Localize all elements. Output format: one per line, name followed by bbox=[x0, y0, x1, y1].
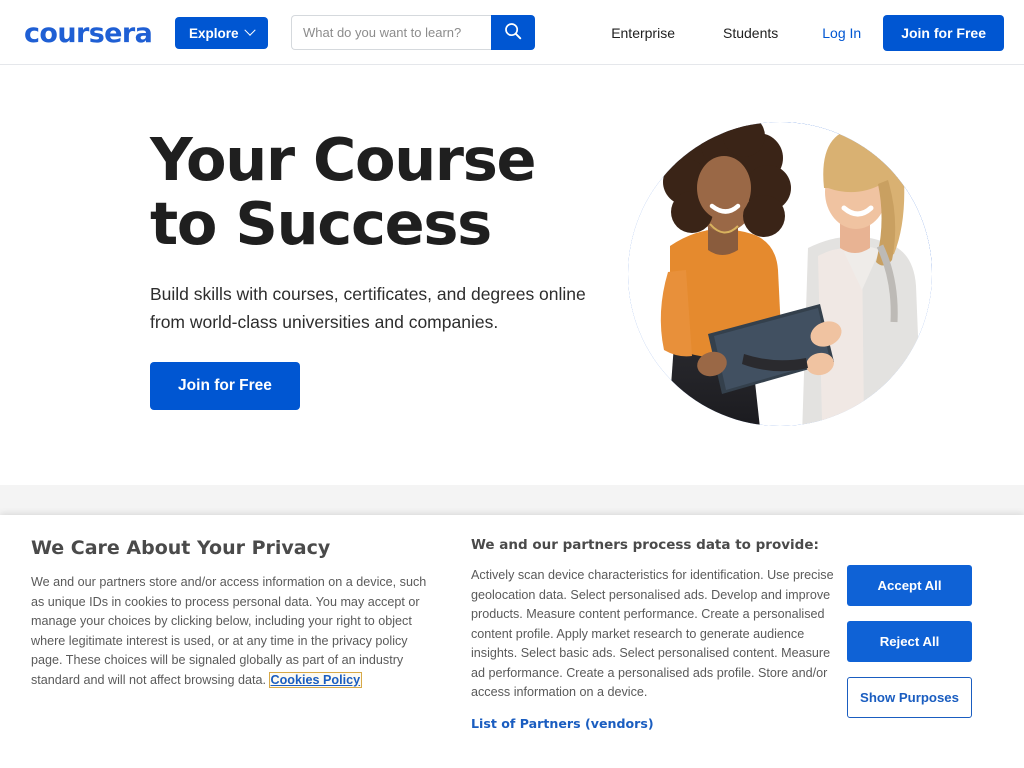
show-purposes-button[interactable]: Show Purposes bbox=[847, 677, 972, 718]
chevron-down-icon bbox=[243, 24, 256, 36]
hero-photo bbox=[628, 122, 932, 426]
cookie-purposes-title: We and our partners process data to prov… bbox=[471, 537, 819, 553]
search-submit-button[interactable] bbox=[491, 15, 535, 50]
cookie-banner-left-column: We Care About Your Privacy We and our pa… bbox=[31, 537, 441, 690]
header-join-for-free-button[interactable]: Join for Free bbox=[883, 14, 1004, 51]
explore-button-label: Explore bbox=[189, 25, 239, 41]
cookie-banner-description-text: We and our partners store and/or access … bbox=[31, 575, 427, 687]
hero-subtitle: Build skills with courses, certificates,… bbox=[150, 284, 586, 332]
accept-all-button[interactable]: Accept All bbox=[847, 565, 972, 606]
header-nav: Enterprise Students Log In Join for Free bbox=[587, 0, 1004, 65]
search-input[interactable] bbox=[291, 15, 491, 50]
hero-join-for-free-button[interactable]: Join for Free bbox=[150, 362, 300, 410]
explore-button[interactable]: Explore bbox=[175, 17, 268, 49]
page-root: coursera Explore Enterprise Students Log… bbox=[0, 0, 1024, 768]
site-header: coursera Explore Enterprise Students Log… bbox=[0, 0, 1024, 65]
reject-all-button[interactable]: Reject All bbox=[847, 621, 972, 662]
search-bar bbox=[291, 15, 535, 50]
cookie-banner-actions: Accept All Reject All Show Purposes bbox=[847, 565, 972, 718]
nav-link-enterprise[interactable]: Enterprise bbox=[587, 25, 699, 41]
hero-section: Your Course to Success Build skills with… bbox=[0, 66, 1024, 485]
cookies-policy-link[interactable]: Cookies Policy bbox=[268, 671, 363, 688]
hero-title: Your Course to Success bbox=[150, 125, 537, 258]
search-icon bbox=[504, 22, 522, 43]
section-divider-band bbox=[0, 485, 1024, 515]
cookie-banner-description: We and our partners store and/or access … bbox=[31, 573, 441, 690]
cookie-banner-purposes-column: We and our partners process data to prov… bbox=[471, 537, 836, 733]
nav-link-students[interactable]: Students bbox=[699, 25, 802, 41]
cookie-banner-title: We Care About Your Privacy bbox=[31, 537, 331, 559]
nav-link-login[interactable]: Log In bbox=[802, 25, 883, 41]
cookie-consent-banner: We Care About Your Privacy We and our pa… bbox=[0, 515, 1024, 768]
list-of-partners-link[interactable]: List of Partners (vendors) bbox=[471, 716, 654, 731]
coursera-logo[interactable]: coursera bbox=[24, 20, 153, 47]
hero-illustration bbox=[612, 96, 962, 456]
cookie-purposes-body: Actively scan device characteristics for… bbox=[471, 568, 834, 700]
